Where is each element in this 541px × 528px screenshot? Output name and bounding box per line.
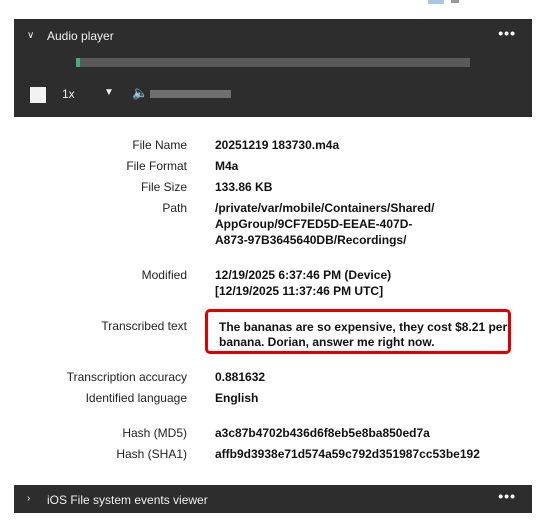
chevron-down-icon[interactable]: ∨ (27, 30, 34, 41)
path-label: Path (162, 201, 187, 215)
path-value-line-2: AppGroup/9CF7ED5D-EEAE-407D- (215, 217, 413, 231)
identified-language-value: English (215, 391, 259, 405)
transcribed-text-label: Transcribed text (101, 319, 187, 333)
more-options-button[interactable]: ••• (498, 488, 516, 504)
hash-sha1-value: affb9d3938e71d574a59c792d351987cc53be192 (215, 447, 480, 461)
app-icon (428, 0, 444, 4)
events-viewer-title[interactable]: iOS File system events viewer (47, 493, 208, 507)
file-size-label: File Size (140, 180, 187, 194)
modified-value-line-2: [12/19/2025 11:37:46 PM UTC] (215, 284, 384, 298)
transcribed-text-line-2: banana. Dorian, answer me right now. (219, 335, 435, 349)
file-name-value: 20251219 183730.m4a (215, 138, 340, 152)
transcription-accuracy-label: Transcription accuracy (66, 370, 187, 384)
volume-fill (150, 90, 231, 98)
transcription-accuracy-value: 0.881632 (215, 370, 266, 384)
volume-slider[interactable] (150, 90, 231, 98)
hash-md5-label: Hash (MD5) (122, 426, 187, 440)
progress-fill (76, 58, 80, 67)
speed-dropdown-icon[interactable]: ▼ (104, 87, 114, 98)
more-options-button[interactable]: ••• (498, 25, 516, 41)
path-value-line-3: A873-97B3645640DB/Recordings/ (215, 233, 407, 247)
speaker-icon[interactable]: 🔈 (132, 85, 148, 101)
file-name-label: File Name (132, 138, 187, 152)
file-format-label: File Format (126, 159, 187, 173)
speed-selector[interactable]: 1x (62, 87, 75, 101)
chevron-right-icon[interactable]: › (27, 493, 30, 504)
modified-value-line-1: 12/19/2025 6:37:46 PM (Device) (215, 268, 392, 282)
audio-player-panel: ∨ Audio player ••• 1x ▼ 🔈 (14, 19, 532, 117)
path-value-line-1: /private/var/mobile/Containers/Shared/ (215, 201, 435, 215)
file-size-value: 133.86 KB (215, 180, 273, 194)
playback-progress-bar[interactable] (76, 58, 470, 67)
identified-language-label: Identified language (85, 391, 187, 405)
hash-md5-value: a3c87b4702b436d6f8eb5e8ba850ed7a (215, 426, 430, 440)
stop-button[interactable] (30, 87, 46, 103)
events-viewer-panel: › iOS File system events viewer ••• (14, 485, 532, 513)
file-format-value: M4a (215, 159, 239, 173)
modified-label: Modified (141, 268, 187, 282)
audio-player-title[interactable]: Audio player (47, 29, 114, 43)
app-label-fragment (451, 0, 459, 3)
hash-sha1-label: Hash (SHA1) (116, 447, 187, 461)
